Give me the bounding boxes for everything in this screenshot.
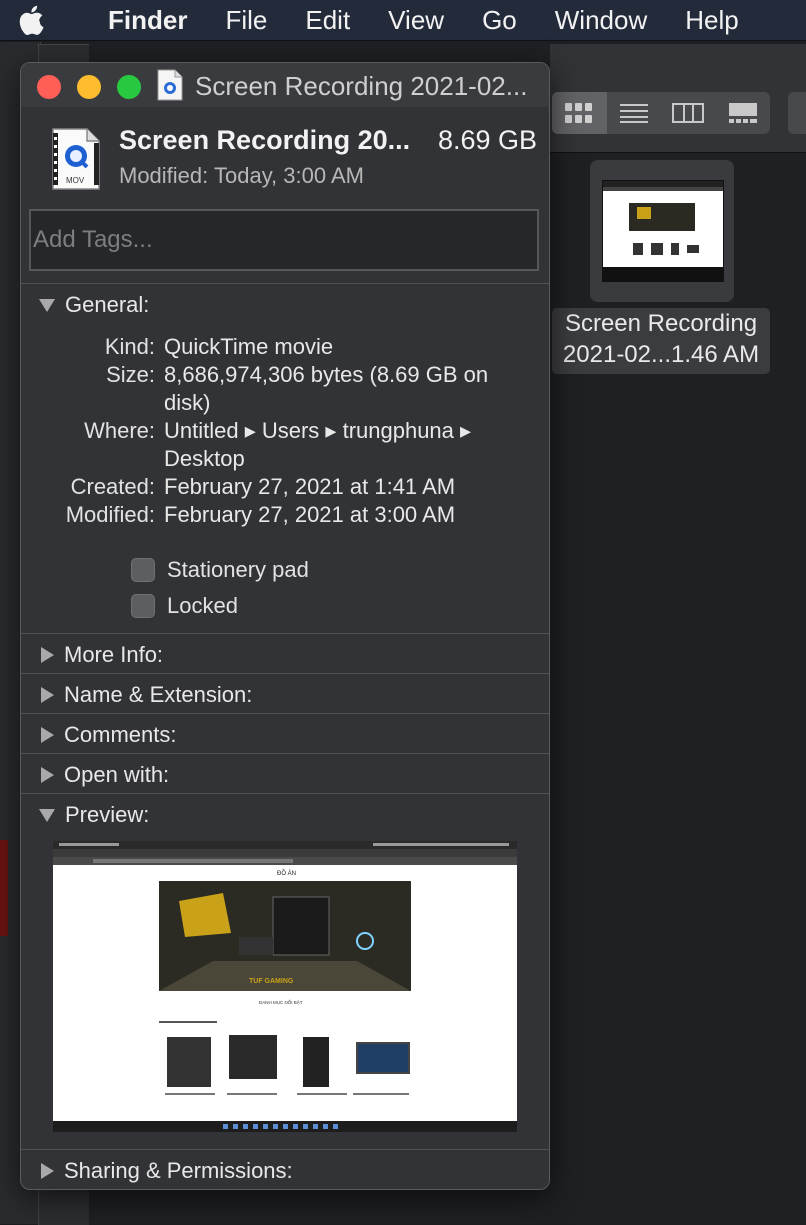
- mov-file-icon: MOV: [52, 128, 100, 190]
- view-mode-segmented-control: [552, 92, 770, 134]
- file-label-line1: Screen Recording: [564, 310, 758, 337]
- tags-input[interactable]: [29, 209, 539, 271]
- section-preview-label: Preview:: [65, 802, 150, 827]
- file-size: 8.69 GB: [437, 125, 537, 155]
- section-more-info-label: More Info:: [64, 642, 164, 667]
- window-title: Screen Recording 2021-02...: [195, 71, 528, 101]
- section-comments-header[interactable]: Comments:: [21, 715, 549, 755]
- column-view-button[interactable]: [661, 92, 716, 134]
- divider: [21, 283, 549, 284]
- section-general-header[interactable]: General:: [21, 285, 549, 325]
- section-preview-header[interactable]: Preview:: [21, 795, 549, 835]
- menu-view[interactable]: View: [369, 0, 463, 40]
- menu-file[interactable]: File: [206, 0, 286, 40]
- disclosure-closed-icon[interactable]: [41, 767, 54, 783]
- file-label-line2: 2021-02...1.46 AM: [562, 341, 760, 368]
- locked-checkbox-row[interactable]: Locked: [131, 593, 238, 619]
- divider: [21, 1149, 549, 1150]
- stationery-pad-label[interactable]: Stationery pad: [167, 557, 309, 583]
- file-thumbnail[interactable]: [602, 180, 724, 282]
- list-icon: [619, 104, 648, 123]
- size-value: 8,686,974,306 bytes (8.69 GB on disk): [164, 362, 489, 415]
- disclosure-closed-icon[interactable]: [41, 687, 54, 703]
- menu-help[interactable]: Help: [666, 0, 757, 40]
- gallery-icon: [728, 103, 757, 123]
- section-general-label: General:: [65, 292, 150, 317]
- size-label: Size:: [106, 362, 155, 387]
- columns-icon: [672, 103, 705, 123]
- divider: [21, 673, 549, 674]
- kind-label: Kind:: [104, 334, 155, 359]
- menu-edit[interactable]: Edit: [286, 0, 369, 40]
- grid-icon: [565, 103, 593, 123]
- section-open-with-label: Open with:: [64, 762, 170, 787]
- modified-label: Modified:: [65, 502, 155, 527]
- section-sharing-permissions-header[interactable]: Sharing & Permissions:: [21, 1151, 549, 1189]
- disclosure-open-icon[interactable]: [39, 808, 55, 822]
- zoom-button[interactable]: [117, 75, 141, 99]
- get-info-window: Screen Recording 2021-02... MOV Screen R…: [20, 62, 550, 1190]
- locked-label[interactable]: Locked: [167, 593, 238, 619]
- background-window-accent: [0, 840, 8, 936]
- close-button[interactable]: [37, 75, 61, 99]
- section-name-extension-header[interactable]: Name & Extension:: [21, 675, 549, 715]
- menu-finder[interactable]: Finder: [62, 0, 206, 40]
- menu-bar: Finder File Edit View Go Window Help: [0, 0, 806, 40]
- section-sharing-permissions-label: Sharing & Permissions:: [64, 1158, 293, 1183]
- preview-site-title: ĐỒ ÁN: [277, 870, 296, 877]
- where-value: Untitled ▸ Users ▸ trungphuna ▸ Desktop: [164, 418, 472, 471]
- created-value: February 27, 2021 at 1:41 AM: [164, 474, 456, 499]
- mov-caption: MOV: [66, 176, 85, 185]
- created-label: Created:: [70, 474, 155, 499]
- kind-value: QuickTime movie: [164, 334, 334, 359]
- disclosure-closed-icon[interactable]: [41, 727, 54, 743]
- disclosure-open-icon[interactable]: [39, 298, 55, 312]
- divider: [21, 713, 549, 714]
- icon-view-button[interactable]: [552, 92, 607, 134]
- section-open-with-header[interactable]: Open with:: [21, 755, 549, 795]
- where-label: Where:: [84, 418, 155, 443]
- preview-banner-text: TUF GAMING: [249, 978, 294, 985]
- stationery-pad-checkbox-row[interactable]: Stationery pad: [131, 557, 309, 583]
- thumbnail-image: [603, 181, 723, 281]
- file-name: Screen Recording 20...: [119, 125, 411, 155]
- apple-menu[interactable]: [0, 0, 62, 40]
- section-more-info-header[interactable]: More Info:: [21, 635, 549, 675]
- preview-section-heading: DANH MỤC NỔI BẬT: [259, 999, 303, 1005]
- apple-icon: [19, 5, 44, 35]
- section-comments-label: Comments:: [64, 722, 177, 747]
- preview-screenshot: ĐỒ ÁN TUF GAMING DANH MỤC NỔI BẬT: [53, 841, 517, 1132]
- minimize-button[interactable]: [77, 75, 101, 99]
- title-bar[interactable]: Screen Recording 2021-02...: [21, 63, 549, 107]
- modified-value: February 27, 2021 at 3:00 AM: [164, 502, 456, 527]
- toolbar-button-partial[interactable]: [788, 92, 806, 134]
- divider: [21, 793, 549, 794]
- list-view-button[interactable]: [607, 92, 662, 134]
- divider: [21, 633, 549, 634]
- preview-image: ĐỒ ÁN TUF GAMING DANH MỤC NỔI BẬT: [53, 841, 517, 1132]
- file-name-label[interactable]: Screen Recording 2021-02...1.46 AM: [552, 308, 770, 374]
- section-name-extension-label: Name & Extension:: [64, 682, 253, 707]
- disclosure-closed-icon[interactable]: [41, 1163, 54, 1179]
- modified-summary: Modified: Today, 3:00 AM: [119, 163, 364, 188]
- menu-window[interactable]: Window: [536, 0, 666, 40]
- locked-checkbox[interactable]: [131, 594, 155, 618]
- stationery-pad-checkbox[interactable]: [131, 558, 155, 582]
- movie-file-icon: [157, 69, 183, 101]
- menu-go[interactable]: Go: [463, 0, 536, 40]
- divider: [21, 753, 549, 754]
- gallery-view-button[interactable]: [716, 92, 771, 134]
- disclosure-closed-icon[interactable]: [41, 647, 54, 663]
